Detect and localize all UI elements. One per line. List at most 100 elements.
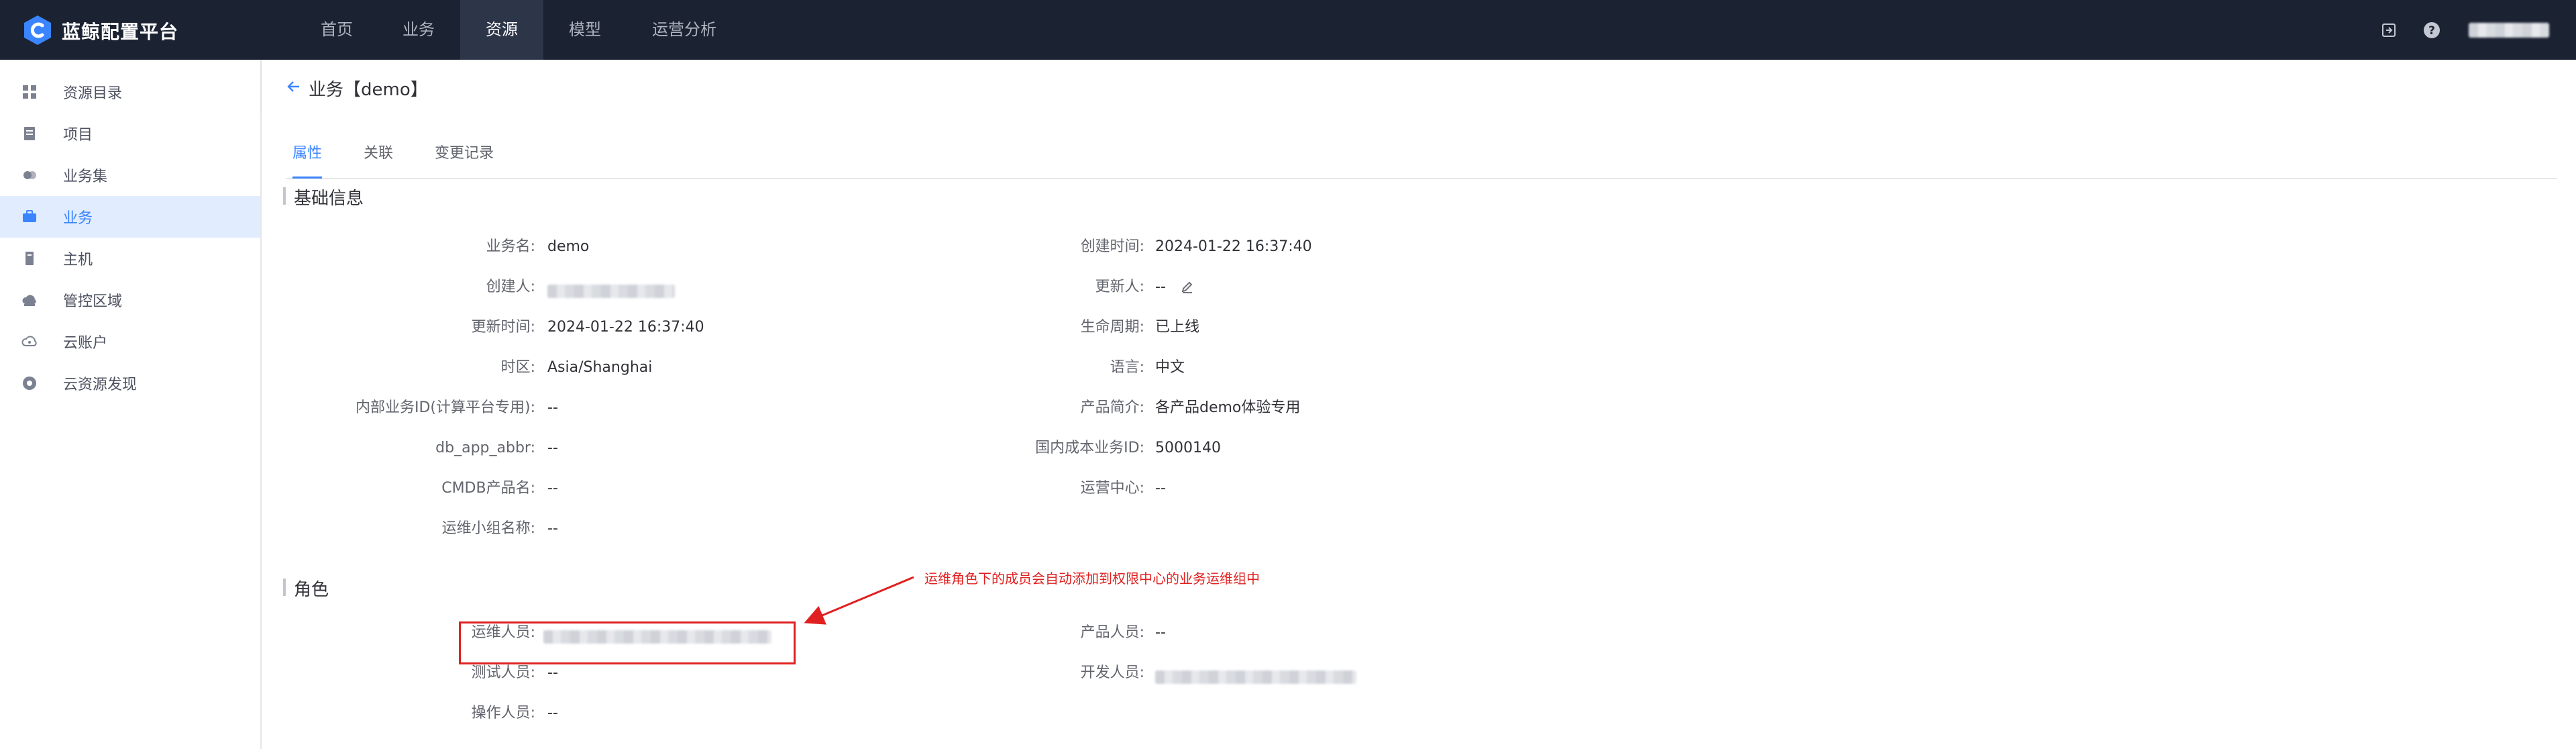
field-label: 创建人: — [486, 279, 535, 295]
field-value: 各产品demo体验专用 — [1155, 399, 1301, 416]
field-label: 语言: — [1110, 359, 1144, 376]
developers-value-masked — [1155, 666, 1356, 688]
sidebar-item-label: 云账户 — [63, 335, 108, 352]
back-arrow-icon[interactable] — [286, 79, 302, 95]
field-value: 2024-01-22 16:37:40 — [1155, 238, 1312, 255]
business-icon — [21, 209, 38, 225]
sidebar: 资源目录 项目 业务集 业务 主机 管控区域 云账户 云资源发现 — [0, 60, 262, 749]
sidebar-item-business[interactable]: 业务 — [0, 196, 260, 238]
field-value: demo — [547, 238, 590, 255]
field-row: 开发人员: — [932, 662, 2006, 684]
field-label: 时区: — [500, 359, 535, 376]
page-title: 业务【demo】 — [309, 80, 428, 100]
field-value: 已上线 — [1155, 319, 1200, 336]
sidebar-item-resource-catalog[interactable]: 资源目录 — [0, 71, 260, 113]
nav-business[interactable]: 业务 — [377, 0, 460, 60]
sidebar-item-host[interactable]: 主机 — [0, 238, 260, 279]
field-label: 创建时间: — [1080, 238, 1144, 255]
svg-text:?: ? — [2428, 24, 2435, 38]
field-label: 操作人员: — [471, 705, 535, 721]
sidebar-item-cloud-account[interactable]: 云账户 — [0, 321, 260, 362]
edit-icon[interactable] — [1181, 281, 1194, 294]
help-icon[interactable]: ? — [2422, 20, 2442, 40]
business-set-icon — [21, 167, 38, 183]
logo-icon — [24, 15, 51, 45]
nav-home[interactable]: 首页 — [297, 0, 377, 60]
top-right-tools: ? — [2379, 0, 2549, 60]
field-row: 产品简介: 各产品demo体验专用 — [932, 397, 2006, 419]
field-label: 开发人员: — [1080, 664, 1144, 681]
field-label: 更新时间: — [471, 319, 535, 336]
sidebar-item-label: 管控区域 — [63, 293, 123, 310]
field-label: db_app_abbr: — [435, 440, 535, 456]
field-value: 5000140 — [1155, 440, 1221, 456]
sidebar-item-project[interactable]: 项目 — [0, 113, 260, 154]
field-row: 运维小组名称: -- — [262, 518, 1335, 540]
nav-model[interactable]: 模型 — [543, 0, 627, 60]
field-label: 运维小组名称: — [441, 520, 535, 537]
user-menu[interactable] — [2469, 22, 2549, 38]
field-label: 生命周期: — [1080, 319, 1144, 336]
field-label: 产品人员: — [1080, 624, 1144, 641]
field-row: 操作人员: -- — [262, 703, 1335, 724]
field-label: 测试人员: — [471, 664, 535, 681]
cloud-discovery-icon — [21, 375, 38, 391]
field-value: -- — [547, 664, 558, 681]
field-row: 运营中心: -- — [932, 478, 2006, 499]
field-value: -- — [547, 440, 558, 456]
field-row: 语言: 中文 — [932, 357, 2006, 379]
field-label: 产品简介: — [1080, 399, 1144, 416]
field-label: 更新人: — [1095, 279, 1144, 295]
field-value: -- — [1155, 480, 1166, 497]
annotation-highlight-box — [459, 621, 796, 664]
field-value: -- — [547, 399, 558, 416]
field-label: 内部业务ID(计算平台专用): — [355, 399, 535, 416]
tab-relations[interactable]: 关联 — [364, 131, 393, 177]
host-icon — [21, 250, 38, 266]
field-value: Asia/Shanghai — [547, 359, 653, 376]
field-label: 国内成本业务ID: — [1035, 440, 1144, 456]
detail-tabs: 属性 关联 变更记录 — [286, 131, 2557, 179]
field-row: 生命周期: 已上线 — [932, 317, 2006, 338]
sidebar-item-label: 云资源发现 — [63, 377, 138, 393]
annotation-arrow-icon — [804, 576, 914, 625]
field-row: 创建时间: 2024-01-22 16:37:40 — [932, 236, 2006, 258]
field-label: CMDB产品名: — [441, 480, 535, 497]
creator-value-masked — [547, 281, 675, 302]
cloud-area-icon — [21, 292, 38, 308]
field-value: -- — [547, 705, 558, 721]
sidebar-item-label: 业务 — [63, 210, 93, 227]
field-row: 更新人: -- — [932, 277, 2006, 298]
field-value: -- — [547, 520, 558, 537]
sidebar-item-label: 资源目录 — [63, 85, 123, 102]
sidebar-item-label: 主机 — [63, 252, 93, 268]
sidebar-item-cloud-area[interactable]: 管控区域 — [0, 279, 260, 321]
page-header: 业务【demo】 — [262, 60, 2576, 113]
grid-icon — [21, 84, 38, 100]
project-icon — [21, 126, 38, 142]
field-label: 运营中心: — [1080, 480, 1144, 497]
field-value: -- — [1155, 624, 1166, 641]
export-icon[interactable] — [2379, 20, 2399, 40]
annotation-note: 运维角色下的成员会自动添加到权限中心的业务运维组中 — [924, 570, 1260, 587]
field-row: 国内成本业务ID: 5000140 — [932, 438, 2006, 459]
nav-analysis[interactable]: 运营分析 — [627, 0, 742, 60]
brand-name[interactable]: 蓝鲸配置平台 — [62, 17, 178, 44]
field-label: 业务名: — [486, 238, 535, 255]
sidebar-item-label: 项目 — [63, 127, 93, 144]
section-roles: 角色 — [283, 576, 329, 601]
sidebar-item-business-set[interactable]: 业务集 — [0, 154, 260, 196]
section-basic-info: 基础信息 — [283, 185, 364, 209]
field-value: 2024-01-22 16:37:40 — [547, 319, 704, 336]
field-value: 中文 — [1155, 359, 1185, 376]
nav-resource[interactable]: 资源 — [460, 0, 543, 60]
tab-attributes[interactable]: 属性 — [292, 131, 323, 179]
tab-change-log[interactable]: 变更记录 — [435, 131, 494, 177]
field-value: -- — [1155, 279, 1166, 295]
sidebar-item-label: 业务集 — [63, 168, 108, 185]
top-navigation-bar: 蓝鲸配置平台 首页 业务 资源 模型 运营分析 ? — [0, 0, 2576, 60]
field-value: -- — [547, 480, 558, 497]
field-row: 产品人员: -- — [932, 622, 2006, 644]
sidebar-item-cloud-discovery[interactable]: 云资源发现 — [0, 362, 260, 404]
cloud-account-icon — [21, 334, 38, 350]
